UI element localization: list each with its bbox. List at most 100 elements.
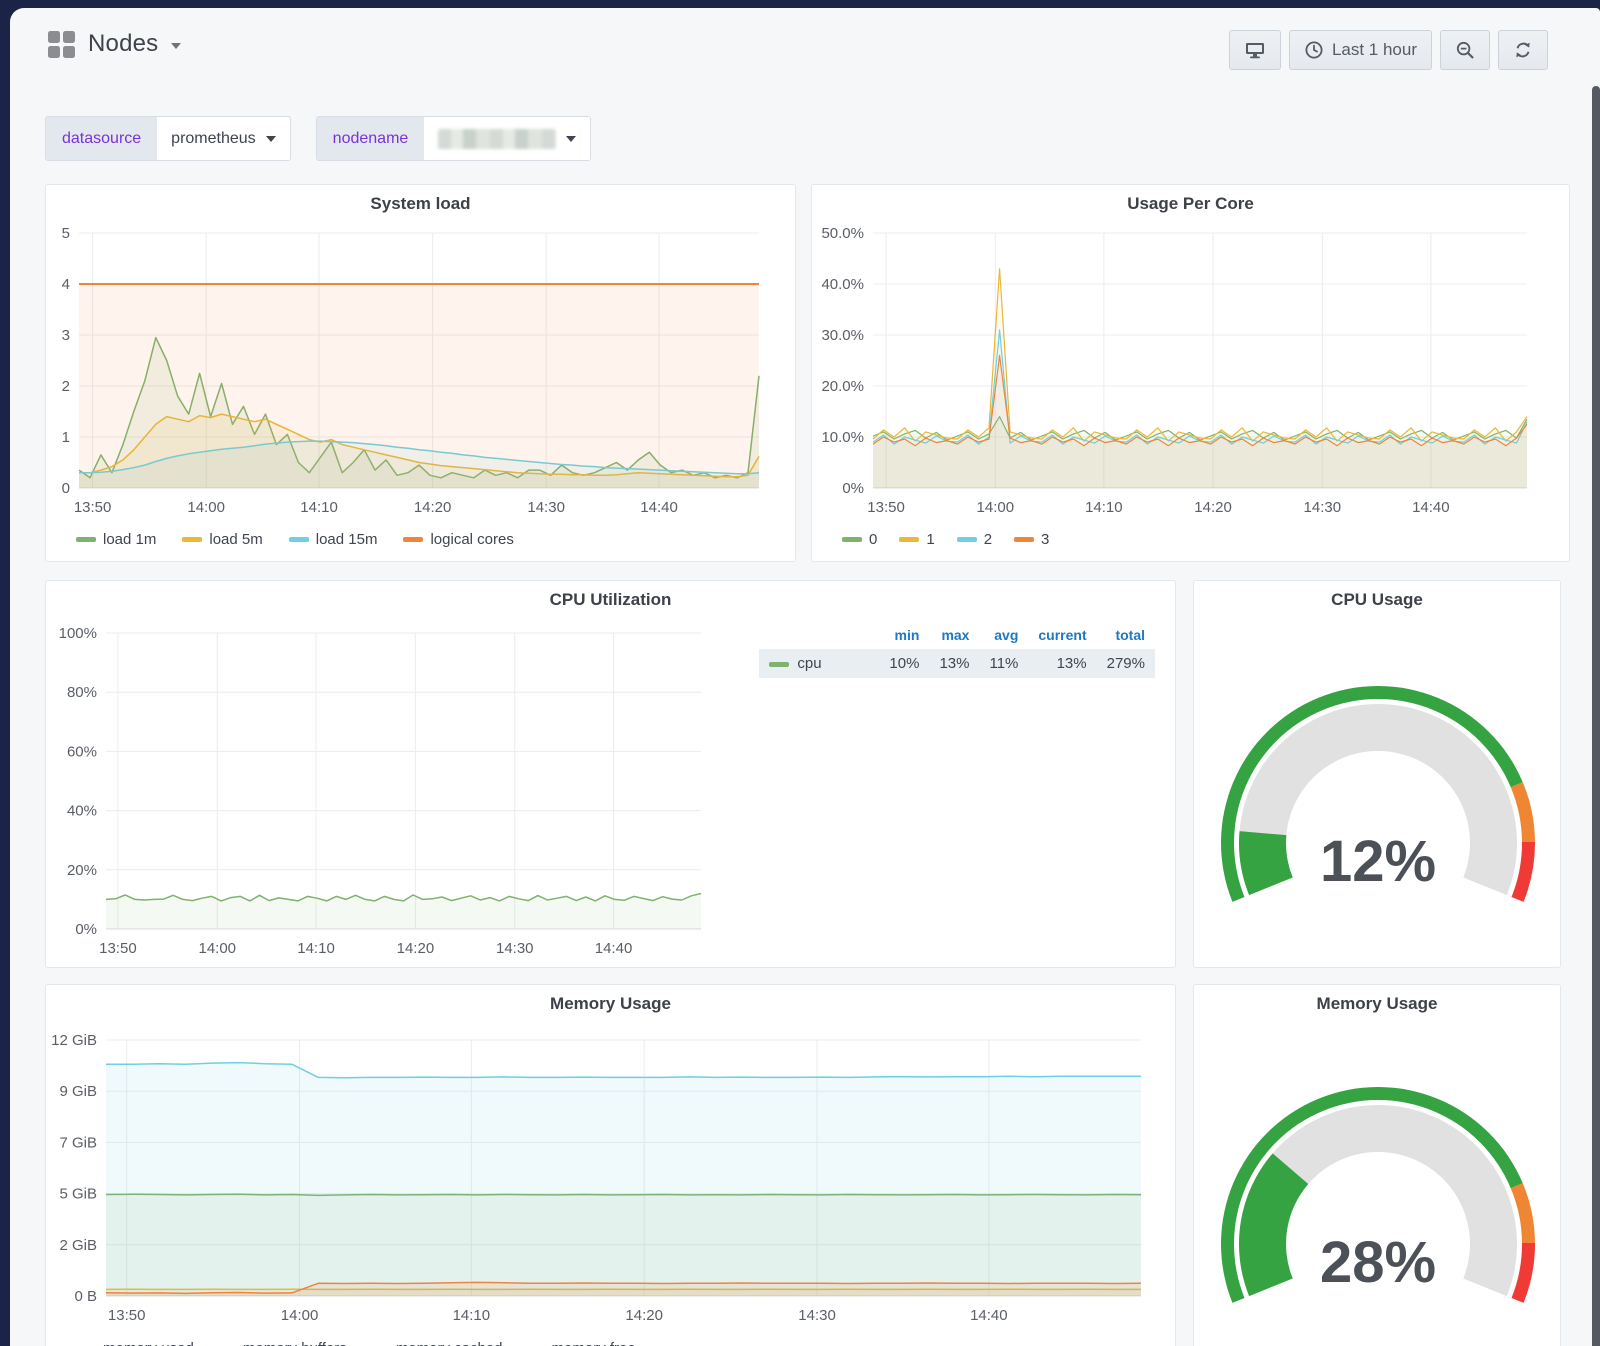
legend-item-load-1m[interactable]: load 1m bbox=[76, 531, 156, 548]
svg-text:3: 3 bbox=[62, 327, 70, 344]
legend-item-memory-cached[interactable]: memory cached bbox=[369, 1340, 503, 1346]
memory-usage-chart[interactable]: 0 B2 GiB5 GiB7 GiB9 GiB12 GiB13:5014:001… bbox=[46, 985, 1175, 1335]
svg-text:0%: 0% bbox=[75, 921, 97, 938]
svg-text:40%: 40% bbox=[67, 803, 97, 820]
legend-item-memory-buffers[interactable]: memory buffers bbox=[216, 1340, 347, 1346]
usage-per-core-chart[interactable]: 0% 10.0% 20.0% 30.0% 40.0% 50.0% 13:50 14:00 14:… bbox=[812, 185, 1569, 525]
svg-text:14:10: 14:10 bbox=[297, 940, 335, 957]
dashboard-title-dropdown[interactable]: Nodes bbox=[48, 30, 181, 58]
legend-header-avg[interactable]: avg bbox=[979, 623, 1028, 649]
vertical-scrollbar-thumb[interactable] bbox=[1592, 86, 1600, 1346]
variable-nodename: nodename bbox=[316, 116, 592, 161]
svg-text:12 GiB: 12 GiB bbox=[51, 1032, 97, 1049]
refresh-button[interactable] bbox=[1498, 30, 1548, 70]
panel-cpu-utilization: CPU Utilization 0%20%40%60%80%100%13:501… bbox=[45, 580, 1176, 968]
gauge-value-text: 28% bbox=[1320, 1230, 1436, 1295]
legend-item-load-15m[interactable]: load 15m bbox=[289, 531, 378, 548]
svg-text:13:50: 13:50 bbox=[99, 940, 137, 957]
svg-text:14:40: 14:40 bbox=[1412, 499, 1450, 516]
svg-text:100%: 100% bbox=[59, 625, 97, 642]
svg-text:9 GiB: 9 GiB bbox=[59, 1083, 97, 1100]
svg-text:2: 2 bbox=[62, 378, 70, 395]
caret-down-icon bbox=[566, 136, 576, 142]
top-bar: Nodes Last 1 hour bbox=[10, 8, 1600, 92]
panel-memory-usage: Memory Usage 0 B2 GiB5 GiB7 GiB9 GiB12 G… bbox=[45, 984, 1176, 1346]
legend-item-core-3[interactable]: 3 bbox=[1014, 531, 1049, 548]
svg-text:14:00: 14:00 bbox=[198, 940, 236, 957]
legend-header-total[interactable]: total bbox=[1097, 623, 1155, 649]
zoom-out-button[interactable] bbox=[1440, 30, 1490, 70]
svg-text:14:20: 14:20 bbox=[625, 1307, 663, 1324]
svg-text:40.0%: 40.0% bbox=[821, 276, 864, 293]
time-range-button[interactable]: Last 1 hour bbox=[1289, 30, 1432, 70]
svg-text:50.0%: 50.0% bbox=[821, 225, 864, 242]
svg-text:14:10: 14:10 bbox=[1085, 499, 1123, 516]
svg-text:20%: 20% bbox=[67, 862, 97, 879]
panel-system-load: System load 01234513:5014:0014:1014:2014… bbox=[45, 184, 796, 562]
svg-text:0: 0 bbox=[62, 480, 70, 497]
svg-text:4: 4 bbox=[62, 276, 70, 293]
svg-text:14:00: 14:00 bbox=[281, 1307, 319, 1324]
legend-table-row-cpu[interactable]: cpu 10% 13% 11% 13% 279% bbox=[759, 649, 1155, 678]
cpu-legend-stats-table: min max avg current total cpu 10% 13% 11… bbox=[759, 623, 1155, 678]
legend-header-current[interactable]: current bbox=[1028, 623, 1096, 649]
panel-usage-per-core: Usage Per Core 0%10.0%20.0%30.0%40.0%50.… bbox=[811, 184, 1570, 562]
variable-nodename-value-redacted bbox=[438, 129, 556, 149]
legend-item-core-2[interactable]: 2 bbox=[957, 531, 992, 548]
svg-text:13:50: 13:50 bbox=[74, 499, 112, 516]
series-swatch bbox=[182, 537, 202, 542]
svg-text:14:20: 14:20 bbox=[1194, 499, 1232, 516]
series-swatch bbox=[76, 537, 96, 542]
cpu-usage-gauge: 12% bbox=[1194, 581, 1560, 967]
cpu-total-value: 279% bbox=[1097, 649, 1155, 678]
legend-item-core-1[interactable]: 1 bbox=[899, 531, 934, 548]
svg-text:14:40: 14:40 bbox=[970, 1307, 1008, 1324]
cpu-current-value: 13% bbox=[1028, 649, 1096, 678]
svg-text:2 GiB: 2 GiB bbox=[59, 1237, 97, 1254]
svg-text:13:50: 13:50 bbox=[867, 499, 905, 516]
system-load-legend: load 1m load 5m load 15m logical cores bbox=[76, 531, 514, 548]
system-load-chart[interactable]: 01234513:5014:0014:1014:2014:3014:40 bbox=[46, 185, 795, 525]
dashboard-title: Nodes bbox=[88, 30, 158, 58]
svg-text:20.0%: 20.0% bbox=[821, 378, 864, 395]
svg-text:80%: 80% bbox=[67, 684, 97, 701]
cpu-max-value: 13% bbox=[929, 649, 979, 678]
variable-nodename-select[interactable] bbox=[424, 117, 590, 160]
legend-item-logical-cores[interactable]: logical cores bbox=[403, 531, 513, 548]
svg-text:7 GiB: 7 GiB bbox=[59, 1134, 97, 1151]
variable-datasource-select[interactable]: prometheus bbox=[157, 117, 290, 160]
kiosk-mode-button[interactable] bbox=[1229, 30, 1281, 70]
svg-text:5: 5 bbox=[62, 225, 70, 242]
panel-memory-usage-gauge: Memory Usage 28% bbox=[1193, 984, 1561, 1346]
svg-text:10.0%: 10.0% bbox=[821, 429, 864, 446]
magnifier-minus-icon bbox=[1455, 40, 1475, 60]
legend-item-load-5m[interactable]: load 5m bbox=[182, 531, 262, 548]
top-bar-buttons: Last 1 hour bbox=[1229, 30, 1548, 70]
legend-item-memory-used[interactable]: memory used bbox=[76, 1340, 194, 1346]
series-swatch bbox=[289, 537, 309, 542]
svg-text:13:50: 13:50 bbox=[108, 1307, 146, 1324]
legend-item-core-0[interactable]: 0 bbox=[842, 531, 877, 548]
time-range-label: Last 1 hour bbox=[1332, 40, 1417, 60]
series-swatch bbox=[1014, 537, 1034, 542]
svg-text:14:20: 14:20 bbox=[414, 499, 452, 516]
dashboard-variables: datasource prometheus nodename bbox=[45, 116, 591, 161]
legend-table-header-row: min max avg current total bbox=[759, 623, 1155, 649]
svg-text:60%: 60% bbox=[67, 743, 97, 760]
cpu-min-value: 10% bbox=[879, 649, 929, 678]
series-swatch bbox=[769, 662, 789, 667]
svg-text:0%: 0% bbox=[842, 480, 864, 497]
grafana-dashboard: Nodes Last 1 hour bbox=[10, 8, 1600, 1346]
svg-text:14:10: 14:10 bbox=[453, 1307, 491, 1324]
legend-item-memory-free[interactable]: memory free bbox=[525, 1340, 636, 1346]
svg-text:14:20: 14:20 bbox=[397, 940, 435, 957]
gauge-value-text: 12% bbox=[1320, 829, 1436, 894]
legend-header-max[interactable]: max bbox=[929, 623, 979, 649]
svg-text:14:30: 14:30 bbox=[798, 1307, 836, 1324]
svg-text:30.0%: 30.0% bbox=[821, 327, 864, 344]
variable-datasource-label: datasource bbox=[46, 117, 157, 160]
svg-text:14:00: 14:00 bbox=[977, 499, 1015, 516]
series-swatch bbox=[899, 537, 919, 542]
legend-header-min[interactable]: min bbox=[879, 623, 929, 649]
svg-text:14:30: 14:30 bbox=[527, 499, 565, 516]
